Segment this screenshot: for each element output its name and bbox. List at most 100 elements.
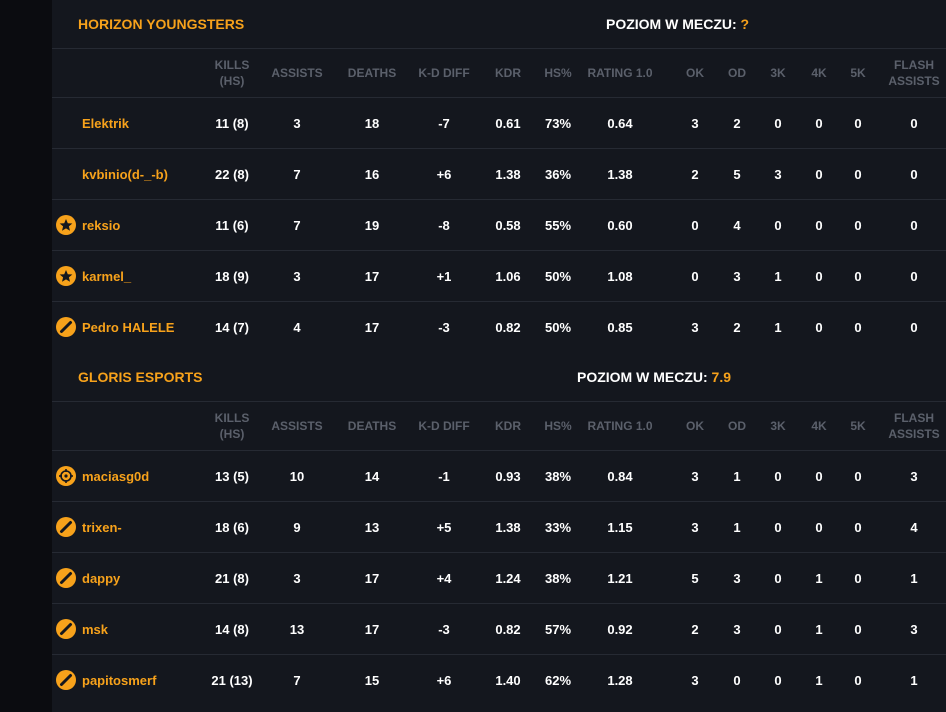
stat-4k: 1 xyxy=(815,672,823,688)
stat-kd-diff: +4 xyxy=(436,570,452,586)
player-cell: dappy xyxy=(56,553,120,603)
stat-kills-hs: 11 (6) xyxy=(215,217,249,233)
stat-5k: 0 xyxy=(854,570,862,586)
stat-deaths: 18 xyxy=(364,115,380,131)
stat-assists: 7 xyxy=(293,672,301,688)
stat-kd-diff: +1 xyxy=(436,268,452,284)
stat-4k: 0 xyxy=(815,166,823,182)
player-cell: reksio xyxy=(56,200,120,250)
player-name-link[interactable]: dappy xyxy=(82,571,120,586)
column-header-kdr[interactable]: KDR xyxy=(495,49,521,97)
stat-hs-percent: 55% xyxy=(544,217,572,233)
column-header-deaths[interactable]: DEATHS xyxy=(348,402,396,450)
match-stats-panel: HORIZON YOUNGSTERS POZIOM W MECZU: ? KILLS… xyxy=(52,0,946,712)
player-row: Elektrik 11 (8) 3 18 -7 0.61 73% 0.64 3 2 0 0 0 0 xyxy=(52,97,946,148)
stat-5k: 0 xyxy=(854,115,862,131)
column-header-kdr[interactable]: KDR xyxy=(495,402,521,450)
stat-4k: 1 xyxy=(815,570,823,586)
column-header-4k[interactable]: 4K xyxy=(811,49,826,97)
column-header-od[interactable]: OD xyxy=(728,402,746,450)
player-row: Pedro HALELE 14 (7) 4 17 -3 0.82 50% 0.85 3 2 1 0 0 0 xyxy=(52,301,946,352)
stat-kdr: 0.61 xyxy=(495,115,521,131)
match-level: POZIOM W MECZU: ? xyxy=(606,0,749,48)
stat-kdr: 1.38 xyxy=(495,519,521,535)
stat-3k: 0 xyxy=(774,672,782,688)
rifle-badge-icon xyxy=(56,568,76,588)
stat-ok: 2 xyxy=(691,621,699,637)
column-header-kills-hs[interactable]: KILLS (HS) xyxy=(212,49,252,97)
stat-5k: 0 xyxy=(854,319,862,335)
column-header-kd-diff[interactable]: K-D DIFF xyxy=(418,49,469,97)
table-header-row: KILLS (HS) ASSISTS DEATHS K-D DIFF KDR HS% RAT… xyxy=(52,48,946,97)
stat-flash-assists: 3 xyxy=(910,621,918,637)
team-name[interactable]: HORIZON YOUNGSTERS xyxy=(78,0,244,48)
column-header-od[interactable]: OD xyxy=(728,49,746,97)
column-header-ok[interactable]: OK xyxy=(686,402,704,450)
stat-kd-diff: -3 xyxy=(438,621,450,637)
player-cell: maciasg0d xyxy=(56,451,149,501)
player-name-link[interactable]: trixen- xyxy=(82,520,122,535)
stat-flash-assists: 0 xyxy=(910,166,918,182)
column-header-5k[interactable]: 5K xyxy=(850,402,865,450)
stat-3k: 0 xyxy=(774,519,782,535)
left-gutter xyxy=(0,0,52,712)
table-header-row: KILLS (HS) ASSISTS DEATHS K-D DIFF KDR HS% RAT… xyxy=(52,401,946,450)
stat-kdr: 0.82 xyxy=(495,621,521,637)
stat-ok: 0 xyxy=(691,268,699,284)
column-header-assists[interactable]: ASSISTS xyxy=(271,402,322,450)
match-level-value: ? xyxy=(740,16,750,32)
team-section: GLORIS ESPORTS POZIOM W MECZU: 7.9 KILLS (… xyxy=(52,353,946,705)
stat-deaths: 15 xyxy=(364,672,380,688)
column-header-hs-percent[interactable]: HS% xyxy=(544,402,571,450)
player-name-link[interactable]: reksio xyxy=(82,218,120,233)
stat-hs-percent: 57% xyxy=(544,621,572,637)
player-name-link[interactable]: kvbinio(d-_-b) xyxy=(82,167,168,182)
stat-ok: 3 xyxy=(691,115,699,131)
player-name-link[interactable]: maciasg0d xyxy=(82,469,149,484)
rifle-badge-icon xyxy=(56,619,76,639)
stat-kills-hs: 22 (8) xyxy=(215,166,249,182)
player-cell: Pedro HALELE xyxy=(56,302,174,352)
stat-hs-percent: 73% xyxy=(544,115,572,131)
stat-rating: 1.15 xyxy=(607,519,633,535)
player-name-link[interactable]: papitosmerf xyxy=(82,673,156,688)
column-header-5k[interactable]: 5K xyxy=(850,49,865,97)
player-name-link[interactable]: msk xyxy=(82,622,108,637)
stat-5k: 0 xyxy=(854,166,862,182)
column-header-deaths[interactable]: DEATHS xyxy=(348,49,396,97)
player-cell: Elektrik xyxy=(56,98,129,148)
column-header-rating[interactable]: RATING 1.0 xyxy=(587,49,652,97)
column-header-3k[interactable]: 3K xyxy=(770,49,785,97)
stat-deaths: 17 xyxy=(364,319,380,335)
stat-kdr: 1.06 xyxy=(495,268,521,284)
match-level-label: POZIOM W MECZU: xyxy=(577,369,708,385)
stat-kills-hs: 18 (9) xyxy=(215,268,249,284)
stat-assists: 9 xyxy=(293,519,301,535)
column-header-kd-diff[interactable]: K-D DIFF xyxy=(418,402,469,450)
column-header-4k[interactable]: 4K xyxy=(811,402,826,450)
player-name-link[interactable]: Pedro HALELE xyxy=(82,320,174,335)
stat-flash-assists: 3 xyxy=(910,468,918,484)
rifle-badge-icon xyxy=(56,317,76,337)
column-header-3k[interactable]: 3K xyxy=(770,402,785,450)
column-header-flash-assists[interactable]: FLASH ASSISTS xyxy=(886,402,942,450)
stat-rating: 1.21 xyxy=(607,570,633,586)
column-header-rating[interactable]: RATING 1.0 xyxy=(587,402,652,450)
column-header-assists[interactable]: ASSISTS xyxy=(271,49,322,97)
column-header-hs-percent[interactable]: HS% xyxy=(544,49,571,97)
team-name[interactable]: GLORIS ESPORTS xyxy=(78,353,202,401)
stat-ok: 3 xyxy=(691,319,699,335)
column-header-flash-assists[interactable]: FLASH ASSISTS xyxy=(886,49,942,97)
stat-ok: 0 xyxy=(691,217,699,233)
player-name-link[interactable]: Elektrik xyxy=(82,116,129,131)
column-header-kills-hs[interactable]: KILLS (HS) xyxy=(212,402,252,450)
stat-deaths: 17 xyxy=(364,268,380,284)
player-name-link[interactable]: karmel_ xyxy=(82,269,131,284)
stat-od: 2 xyxy=(733,319,741,335)
stat-kd-diff: -7 xyxy=(438,115,450,131)
stat-5k: 0 xyxy=(854,217,862,233)
column-header-ok[interactable]: OK xyxy=(686,49,704,97)
stat-hs-percent: 36% xyxy=(544,166,572,182)
stat-rating: 0.92 xyxy=(607,621,633,637)
stat-assists: 3 xyxy=(293,268,301,284)
